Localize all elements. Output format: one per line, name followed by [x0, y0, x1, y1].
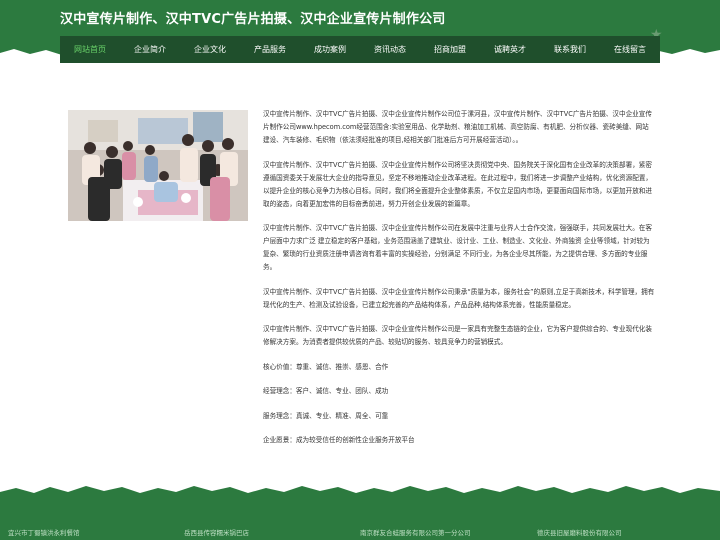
nav-item-culture[interactable]: 企业文化: [180, 36, 240, 63]
nav-item-message[interactable]: 在线留言: [600, 36, 660, 63]
footer-link-2[interactable]: 岳西县传容糯米锅巴店: [184, 527, 249, 537]
site-title[interactable]: 汉中宣传片制作、汉中TVC广告片拍摄、汉中企业宣传片制作公司: [60, 8, 445, 27]
reform-paragraph: 汉中宣传片制作、汉中TVC广告片拍摄、汉中企业宣传片制作公司将坚决贯彻党中央、国…: [263, 160, 653, 208]
nav-item-products[interactable]: 产品服务: [240, 36, 300, 63]
business-philosophy: 经营理念：客户、诚信、专业、团队、成功: [263, 387, 389, 395]
footer-link-3[interactable]: 南京群友合蛙服务有限公司第一分公司: [360, 527, 471, 537]
nav-item-news[interactable]: 资讯动态: [360, 36, 420, 63]
nav-item-home[interactable]: 网站首页: [60, 36, 120, 63]
company-vision: 企业愿景：成为较受信任的创新性企业服务开放平台: [263, 436, 415, 444]
footer-link-4[interactable]: 德庆县旧屋磨料股份有限公司: [537, 527, 622, 537]
footer-links: 宜兴市丁蜀镇洪永利餐馆 岳西县传容糯米锅巴店 南京群友合蛙服务有限公司第一分公司…: [0, 527, 720, 539]
core-values: 核心价值：尊重、诚信、推崇、感恩、合作: [263, 362, 389, 371]
footer-link-1[interactable]: 宜兴市丁蜀镇洪永利餐馆: [8, 527, 80, 537]
quality-paragraph: 汉中宣传片制作、汉中TVC广告片拍摄、汉中企业宣传片制作公司秉承“质量为本，服务…: [263, 287, 655, 309]
nav-item-about[interactable]: 企业简介: [120, 36, 180, 63]
nav-item-contact[interactable]: 联系我们: [540, 36, 600, 63]
nav-item-franchise[interactable]: 招商加盟: [420, 36, 480, 63]
group-photo: [68, 110, 248, 221]
cooperation-paragraph: 汉中宣传片制作、汉中TVC广告片拍摄、汉中企业宣传片制作公司在发展中注重与业界人…: [263, 224, 652, 271]
intro-paragraph: 汉中宣传片制作、汉中TVC广告片拍摄、汉中企业宣传片制作公司位于漯河县，汉中宣传…: [263, 110, 652, 144]
group-photo-illustration: [68, 110, 248, 221]
company-intro: 汉中宣传片制作、汉中TVC广告片拍摄、汉中企业宣传片制作公司位于漯河县，汉中宣传…: [263, 108, 655, 459]
nav-item-cases[interactable]: 成功案例: [300, 36, 360, 63]
main-nav: 网站首页 企业简介 企业文化 产品服务 成功案例 资讯动态 招商加盟 诚聘英才 …: [60, 36, 660, 63]
nav-item-careers[interactable]: 诚聘英才: [480, 36, 540, 63]
ecosystem-paragraph: 汉中宣传片制作、汉中TVC广告片拍摄、汉中企业宣传片制作公司是一家具有完整生态链…: [263, 325, 652, 346]
service-philosophy: 服务理念：真诚、专业、精准、周全、可靠: [263, 411, 389, 420]
